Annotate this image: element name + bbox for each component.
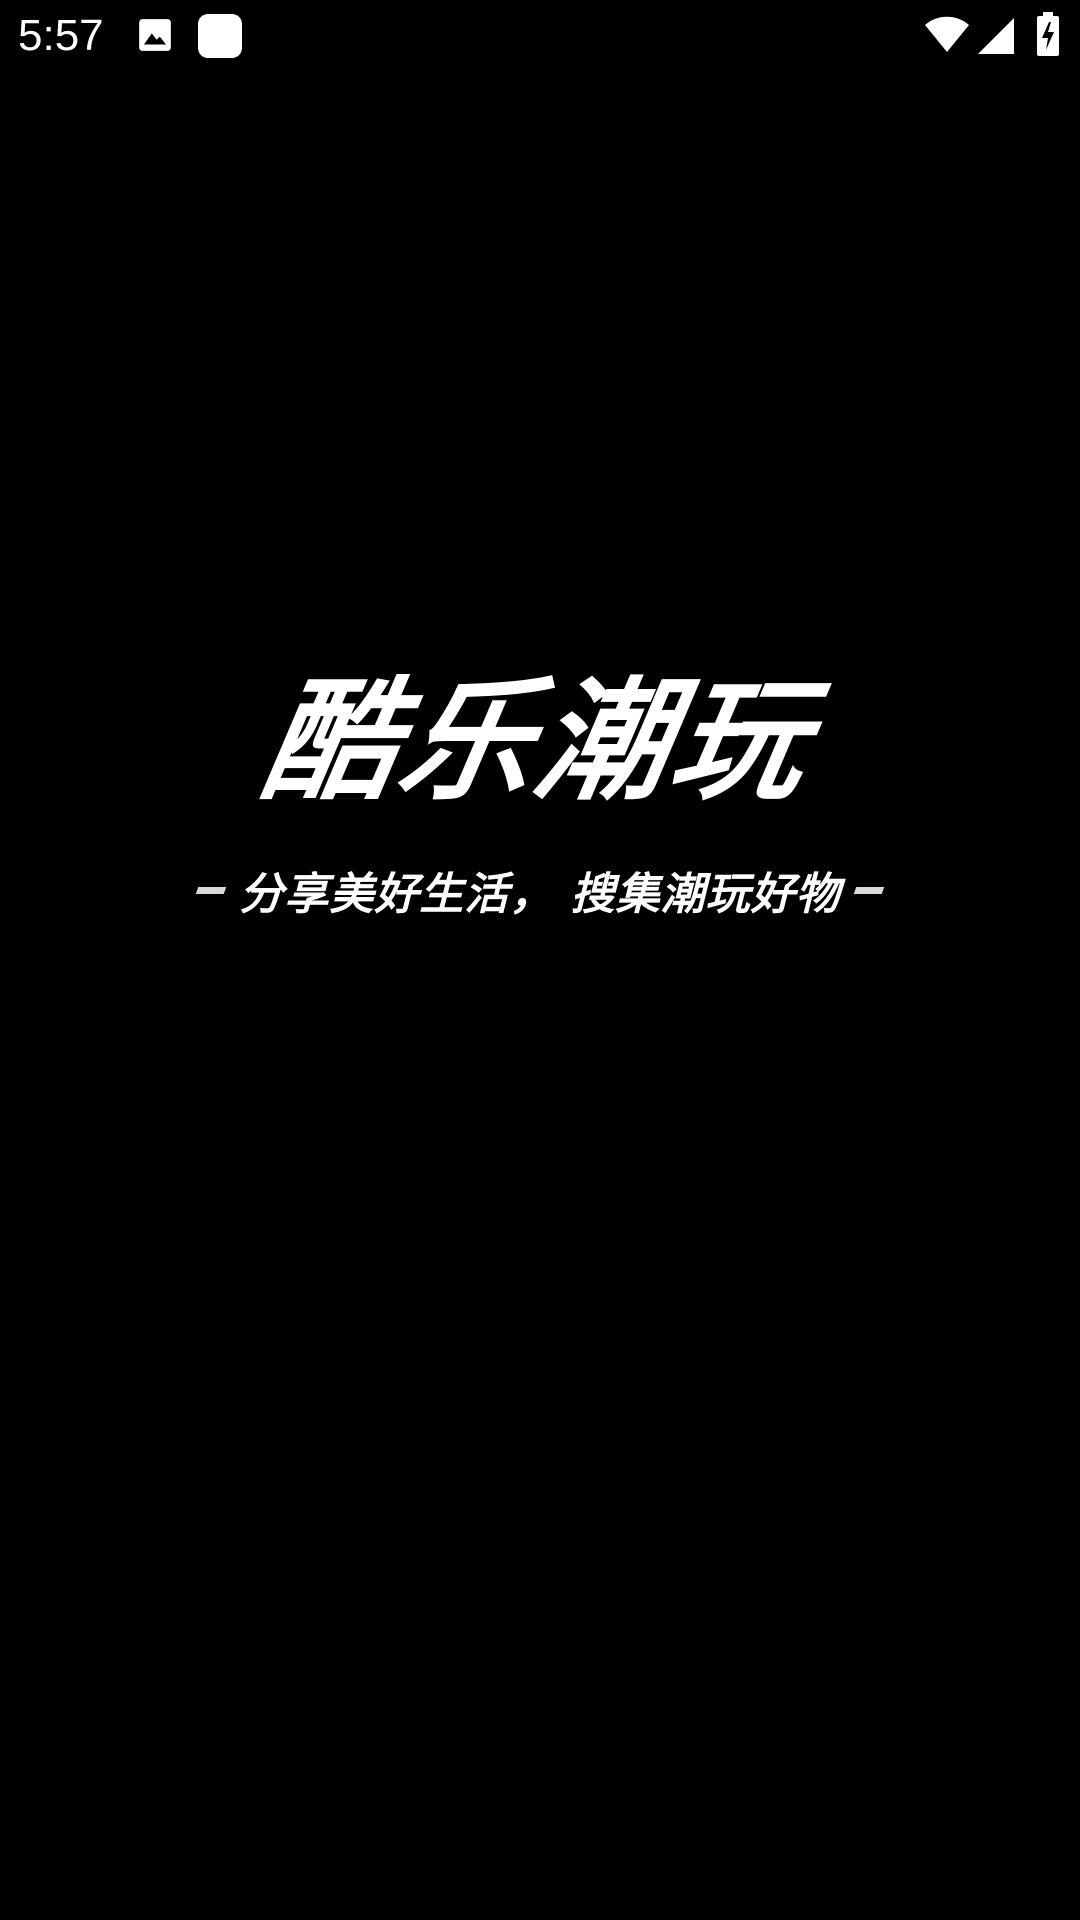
slogan: 分享美好生活， 搜集潮玩好物 bbox=[0, 860, 1080, 920]
status-time: 5:57 bbox=[18, 11, 104, 60]
slogan-dash-right bbox=[853, 886, 884, 894]
logo-text: 酷乐潮玩 bbox=[252, 664, 824, 819]
status-bar: 5:57 bbox=[0, 0, 1080, 72]
wifi-icon bbox=[925, 16, 969, 52]
battery-charging-icon bbox=[1037, 12, 1059, 56]
splash-screen: 5:57 酷乐潮玩 分享美好生活， 搜集潮玩好物 bbox=[0, 0, 1080, 1920]
image-icon bbox=[139, 19, 171, 51]
app-logo: 酷乐潮玩 bbox=[0, 630, 1080, 830]
app-notification-icon bbox=[198, 14, 242, 58]
cell-signal-icon bbox=[978, 18, 1014, 54]
slogan-dash-left bbox=[196, 886, 227, 894]
slogan-text: 分享美好生活， 搜集潮玩好物 bbox=[239, 869, 841, 920]
